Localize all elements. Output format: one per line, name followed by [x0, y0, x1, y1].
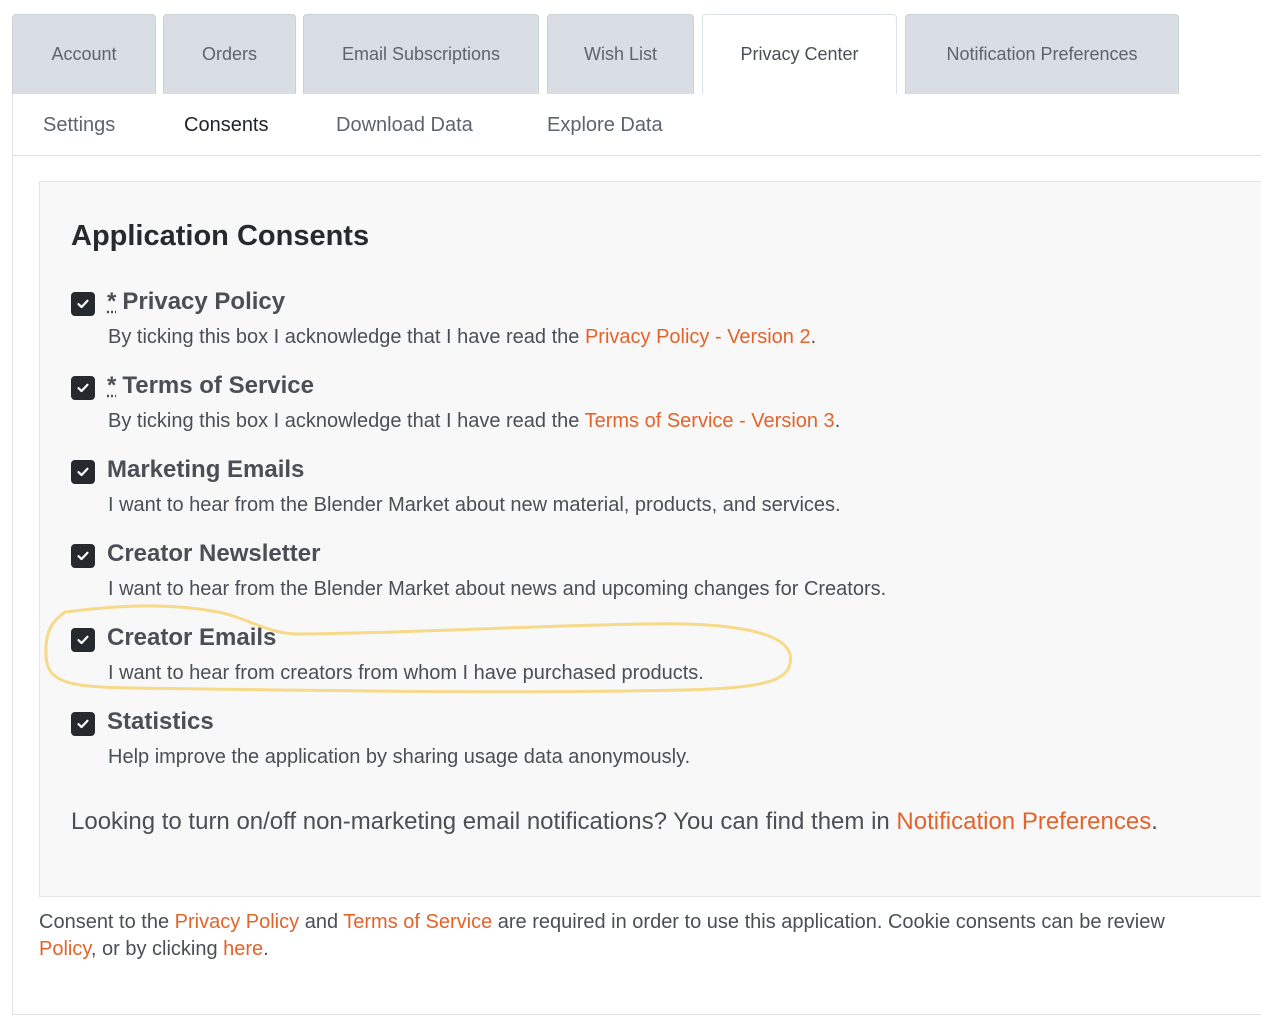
section-title: Application Consents	[71, 220, 370, 252]
consent-description: I want to hear from the Blender Market a…	[108, 494, 841, 516]
tab-label: Orders	[201, 44, 257, 64]
privacy-policy-link[interactable]: Privacy Policy - Version 2	[585, 326, 811, 348]
footer-privacy-policy-link[interactable]: Privacy Policy	[175, 911, 299, 933]
terms-of-service-link[interactable]: Terms of Service - Version 3	[585, 410, 835, 432]
footer-text: , or by clicking	[90, 938, 224, 960]
consent-description: Help improve the application by sharing …	[108, 746, 691, 768]
tab-wish-list[interactable]: Wish List	[547, 14, 694, 94]
subnav-consents[interactable]: Consents	[184, 114, 269, 137]
consent-desc-text: By ticking this box I acknowledge that I…	[108, 326, 585, 348]
tab-orders[interactable]: Orders	[163, 14, 296, 94]
consent-title: Creator Emails	[107, 624, 277, 651]
consents-card: Application Consents * Privacy Policy By …	[39, 181, 1261, 897]
consent-description: By ticking this box I acknowledge that I…	[108, 326, 816, 349]
tab-label: Notification Preferences	[946, 44, 1138, 64]
footer-here-link[interactable]: here	[223, 938, 263, 960]
consent-title: Statistics	[107, 708, 214, 735]
tab-label: Account	[51, 44, 117, 64]
footer-text: are required in order to use this applic…	[492, 911, 1165, 933]
check-icon	[77, 635, 89, 645]
creator-emails-checkbox[interactable]	[71, 628, 95, 652]
notice-text: Looking to turn on/off non-marketing ema…	[71, 808, 897, 835]
notice-suffix: .	[1151, 808, 1158, 835]
tab-account[interactable]: Account	[12, 14, 156, 94]
required-marker: *	[107, 288, 117, 315]
tab-label: Wish List	[583, 44, 657, 64]
privacy-subnav: Settings Consents Download Data Explore …	[13, 94, 1261, 156]
consent-title: * Privacy Policy	[107, 288, 285, 316]
terms-of-service-checkbox[interactable]	[71, 376, 95, 400]
subnav-download-data[interactable]: Download Data	[336, 114, 473, 137]
statistics-checkbox[interactable]	[71, 712, 95, 736]
consent-title: Creator Newsletter	[107, 540, 321, 567]
check-icon	[77, 551, 89, 561]
required-marker: *	[107, 372, 117, 399]
account-tabs: Account Orders Email Subscriptions Wish …	[12, 14, 1261, 94]
tab-label: Email Subscriptions	[341, 44, 501, 64]
consent-desc-suffix: .	[834, 410, 841, 432]
creator-newsletter-checkbox[interactable]	[71, 544, 95, 568]
tab-privacy-center[interactable]: Privacy Center	[702, 14, 897, 94]
consent-title: * Terms of Service	[107, 372, 314, 400]
marketing-emails-checkbox[interactable]	[71, 460, 95, 484]
notification-notice: Looking to turn on/off non-marketing ema…	[71, 808, 1158, 836]
consent-title-text: Terms of Service	[122, 372, 314, 399]
privacy-policy-checkbox[interactable]	[71, 292, 95, 316]
subnav-explore-data[interactable]: Explore Data	[547, 114, 663, 137]
check-icon	[77, 467, 89, 477]
consent-title: Marketing Emails	[107, 456, 305, 483]
privacy-center-panel: Settings Consents Download Data Explore …	[12, 94, 1261, 1015]
tab-email-subscriptions[interactable]: Email Subscriptions	[303, 14, 539, 94]
notification-preferences-link[interactable]: Notification Preferences	[896, 808, 1151, 835]
footer-policy-link[interactable]: Policy	[39, 938, 91, 960]
consent-footer-note: Consent to the Privacy Policy and Terms …	[39, 909, 1261, 963]
consent-desc-text: By ticking this box I acknowledge that I…	[108, 410, 585, 432]
consent-description: By ticking this box I acknowledge that I…	[108, 410, 840, 433]
consent-description: I want to hear from the Blender Market a…	[108, 578, 887, 600]
footer-text: .	[263, 938, 269, 960]
check-icon	[77, 719, 89, 729]
subnav-settings[interactable]: Settings	[43, 114, 115, 137]
consent-desc-suffix: .	[810, 326, 817, 348]
footer-terms-of-service-link[interactable]: Terms of Service	[343, 911, 492, 933]
footer-text: Consent to the	[39, 911, 175, 933]
check-icon	[77, 383, 89, 393]
consent-description: I want to hear from creators from whom I…	[108, 662, 704, 684]
tab-label: Privacy Center	[740, 44, 859, 64]
check-icon	[77, 299, 89, 309]
tab-notification-preferences[interactable]: Notification Preferences	[905, 14, 1179, 94]
footer-text: and	[299, 911, 344, 933]
consent-title-text: Privacy Policy	[122, 288, 286, 315]
